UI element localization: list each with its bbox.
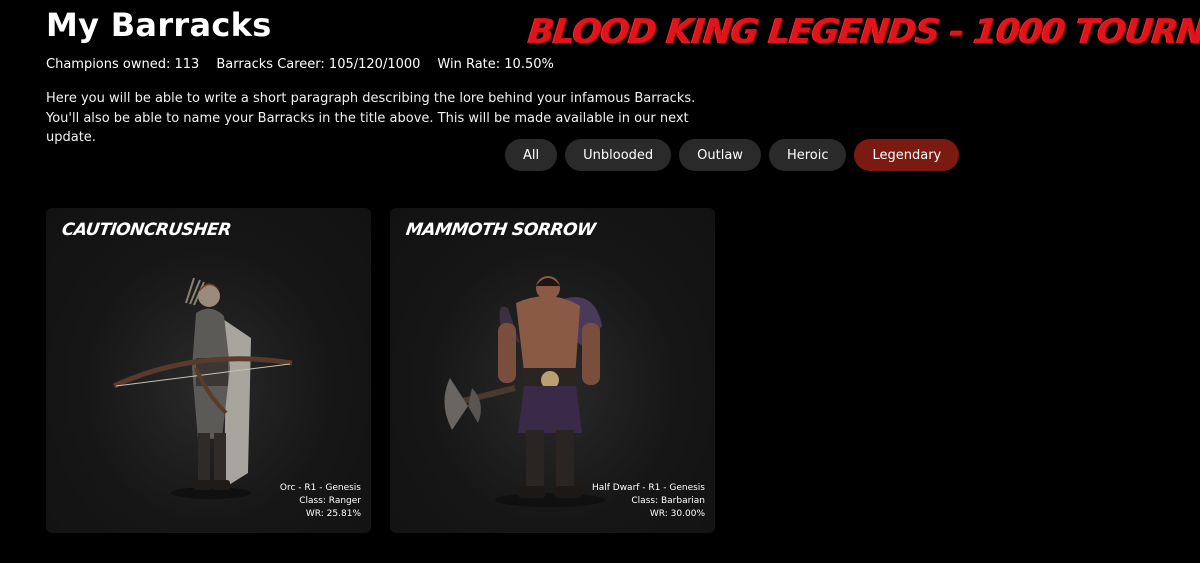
champion-race: Orc - R1 - Genesis: [279, 483, 361, 493]
champions-owned-stat: Champions owned: 113: [46, 57, 200, 72]
page-title: My Barracks: [46, 6, 272, 44]
filter-legendary[interactable]: Legendary: [854, 139, 960, 171]
champion-class: Class: Barbarian: [631, 496, 705, 506]
champion-win-rate: WR: 30.00%: [649, 509, 705, 519]
filter-unblooded[interactable]: Unblooded: [565, 139, 672, 171]
tournament-banner: BLOOD KING LEGENDS - 1000 TOURNAMENTS!: [526, 12, 1200, 52]
win-rate-stat: Win Rate: 10.50%: [437, 57, 554, 72]
rarity-filter-bar: All Unblooded Outlaw Heroic Legendary: [505, 139, 960, 171]
filter-heroic[interactable]: Heroic: [768, 139, 847, 171]
champion-info: Orc - R1 - Genesis Class: Ranger WR: 25.…: [280, 482, 361, 521]
filter-outlaw[interactable]: Outlaw: [679, 139, 761, 171]
champion-race: Half Dwarf - R1 - Genesis: [591, 483, 705, 493]
champion-card[interactable]: MAMMOTH SORROW Half Dwarf - R1 - Genesis…: [390, 208, 715, 533]
champion-info: Half Dwarf - R1 - Genesis Class: Barbari…: [592, 482, 705, 521]
filter-all[interactable]: All: [505, 139, 558, 171]
champion-win-rate: WR: 25.81%: [305, 509, 361, 519]
champion-card[interactable]: CAUTIONCRUSHER Orc - R1 - Genesis Class:…: [46, 208, 371, 533]
champion-class: Class: Ranger: [299, 496, 361, 506]
barracks-stats: Champions owned: 113 Barracks Career: 10…: [46, 57, 554, 72]
barracks-career-stat: Barracks Career: 105/120/1000: [216, 57, 421, 72]
